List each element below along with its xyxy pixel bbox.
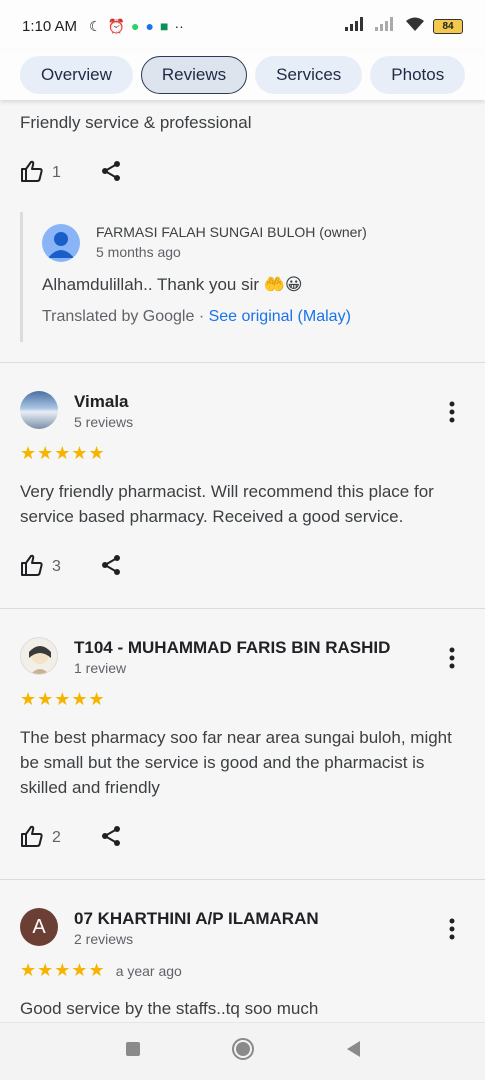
reply-border <box>20 212 23 342</box>
review-actions: 3 <box>20 552 122 582</box>
review-date: a year ago <box>115 962 182 979</box>
tab-bar: Overview Reviews Services Photos <box>0 50 485 100</box>
reviewer-avatar[interactable] <box>20 637 58 675</box>
review-card: T104 - MUHAMMAD FARIS BIN RASHID 1 revie… <box>0 609 485 879</box>
reviewer-avatar[interactable] <box>20 391 58 429</box>
owner-reply-time: 5 months ago <box>96 244 181 260</box>
more-vert-icon[interactable] <box>449 918 455 945</box>
signal-2-icon <box>375 17 397 35</box>
like-count: 2 <box>52 829 61 846</box>
review-text: The best pharmacy soo far near area sung… <box>20 728 452 797</box>
reviewer-review-count: 2 reviews <box>74 931 134 947</box>
owner-name: FARMASI FALAH SUNGAI BULOH (owner) <box>96 224 367 240</box>
thumbs-up-icon <box>20 554 44 581</box>
reviewer-name[interactable]: 07 KHARTHINI A/P ILAMARAN <box>74 909 319 929</box>
translation-note: Translated by Google · See original (Mal… <box>42 308 351 326</box>
reviewer-avatar[interactable]: A <box>20 908 58 946</box>
home-circle-icon[interactable] <box>231 1037 255 1066</box>
status-time: 1:10 AM <box>22 17 78 35</box>
like-button[interactable]: 1 <box>20 160 100 187</box>
separator: · <box>194 308 209 325</box>
like-button[interactable]: 2 <box>20 825 100 852</box>
more-vert-icon[interactable] <box>449 647 455 674</box>
tab-services[interactable]: Services <box>255 56 363 94</box>
star-rating: ★★★★★ <box>20 443 116 464</box>
system-nav-bar <box>0 1022 485 1080</box>
like-count: 1 <box>52 164 61 181</box>
alarm-icon: ⏰ <box>107 18 126 34</box>
share-icon[interactable] <box>100 554 122 581</box>
star-rating: ★★★★★ <box>20 689 116 710</box>
review-card: Vimala 5 reviews ★★★★★ Very friendly pha… <box>0 363 485 608</box>
reviews-list[interactable]: Friendly service & professional 1 FARMAS… <box>0 100 485 1022</box>
tab-overview[interactable]: Overview <box>20 56 133 94</box>
back-triangle-icon[interactable] <box>345 1040 361 1063</box>
like-count: 3 <box>52 558 61 575</box>
tab-reviews[interactable]: Reviews <box>140 56 248 94</box>
share-icon[interactable] <box>100 825 122 852</box>
wifi-icon <box>405 17 425 36</box>
reviewer-review-count: 1 review <box>74 660 127 676</box>
review-text: Good service by the staffs..tq soo much <box>20 999 319 1018</box>
tab-photos[interactable]: Photos <box>370 56 466 94</box>
signal-icon <box>345 17 367 35</box>
app-icon: ■ <box>159 18 169 34</box>
review-text: Very friendly pharmacist. Will recommend… <box>20 482 434 526</box>
chat-icon: ● <box>145 18 154 34</box>
reviewer-name[interactable]: T104 - MUHAMMAD FARIS BIN RASHID <box>74 638 390 658</box>
review-card: A 07 KHARTHINI A/P ILAMARAN 2 reviews ★★… <box>0 880 485 1022</box>
stop-square-icon[interactable] <box>125 1041 141 1062</box>
reviewer-review-count: 5 reviews <box>74 414 134 430</box>
review-text: Friendly service & professional <box>20 113 252 132</box>
owner-avatar <box>42 224 80 262</box>
whatsapp-icon: ● <box>131 18 140 34</box>
person-icon <box>48 232 74 258</box>
more-notifications-icon: ·· <box>174 18 184 34</box>
reviewer-name[interactable]: Vimala <box>74 392 129 412</box>
review-actions: 2 <box>20 823 122 853</box>
stars: ★★★★★ <box>20 960 106 980</box>
battery-icon: 84 <box>433 18 463 34</box>
share-icon[interactable] <box>100 160 122 187</box>
stars: ★★★★★ <box>20 443 106 463</box>
review-actions: 1 <box>20 158 122 188</box>
translated-by: Translated by Google <box>42 308 195 325</box>
owner-reply-text: Alhamdulillah.. Thank you sir 🤲😀 <box>42 275 303 294</box>
thumbs-up-icon <box>20 160 44 187</box>
status-bar: 1:10 AM ☾ ⏰ ● ● ■ ·· 84 <box>0 0 485 52</box>
moon-icon: ☾ <box>89 18 102 34</box>
thumbs-up-icon <box>20 825 44 852</box>
stars: ★★★★★ <box>20 689 106 709</box>
star-rating: ★★★★★ a year ago <box>20 960 182 981</box>
like-button[interactable]: 3 <box>20 554 100 581</box>
more-vert-icon[interactable] <box>449 401 455 428</box>
see-original-link[interactable]: See original (Malay) <box>209 308 351 325</box>
